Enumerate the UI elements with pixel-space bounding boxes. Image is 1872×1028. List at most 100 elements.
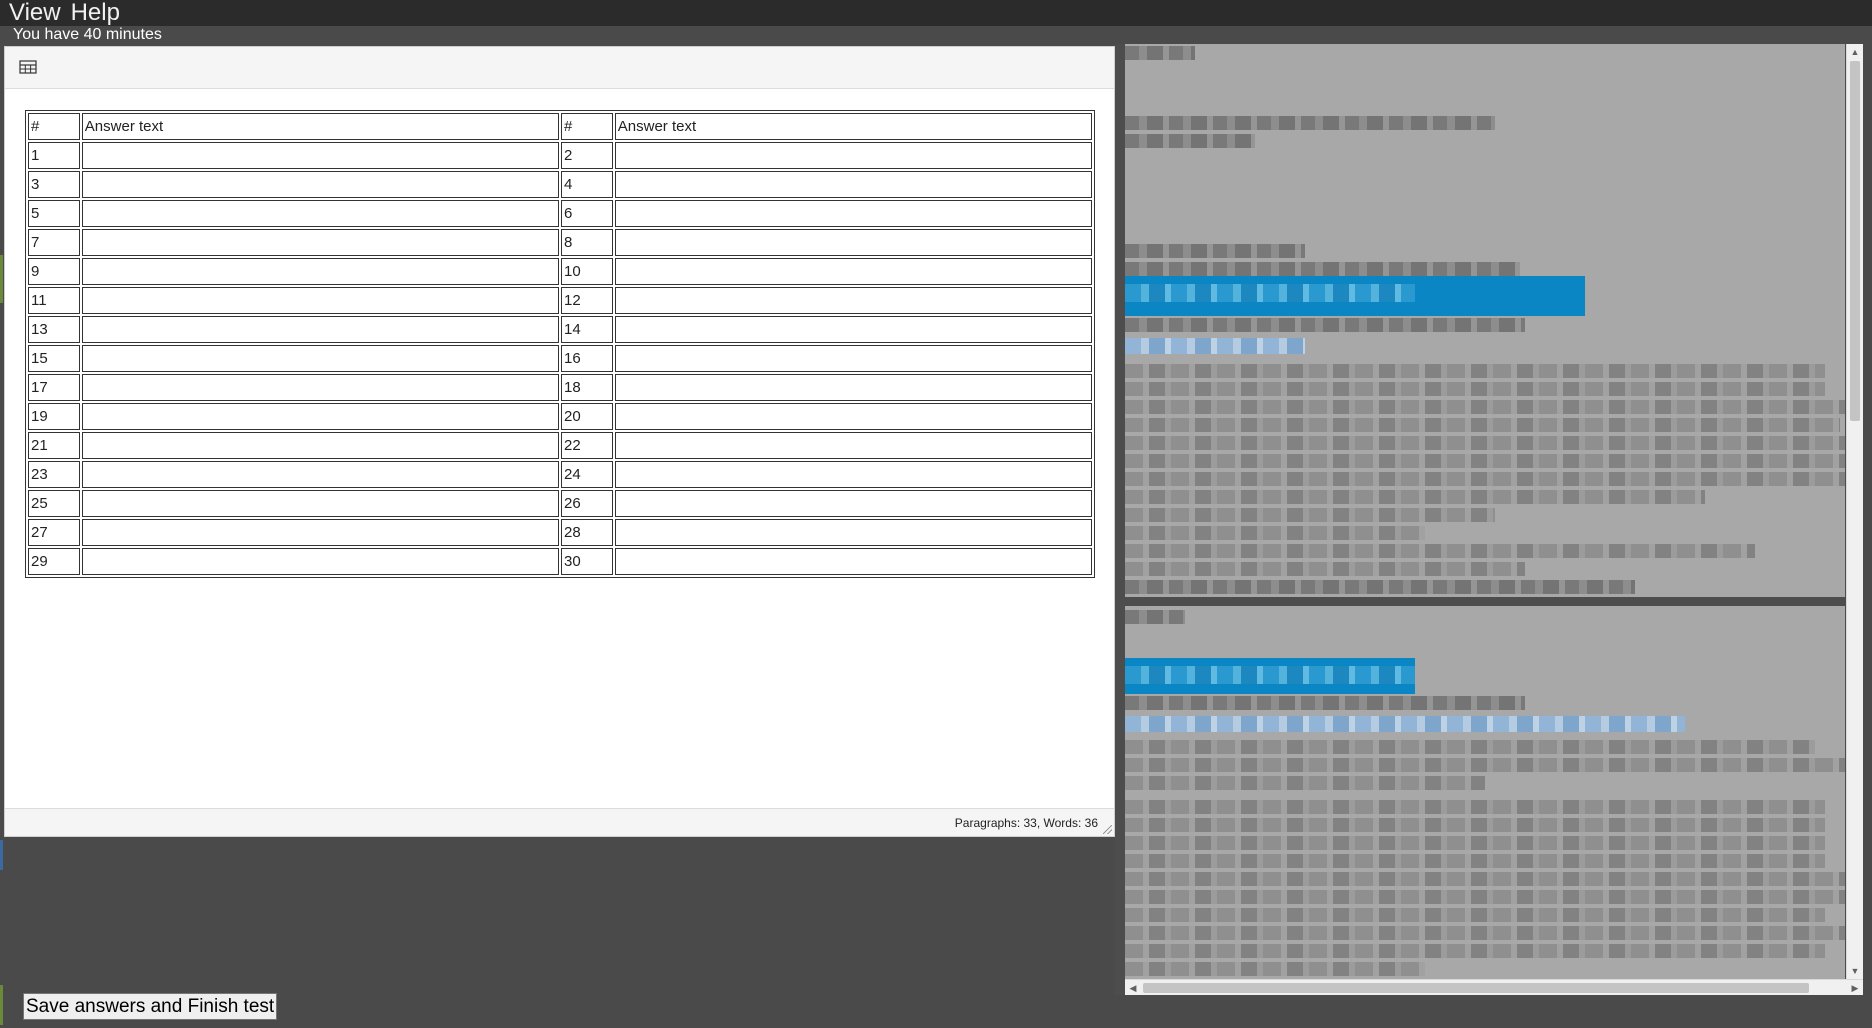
menu-help[interactable]: Help	[66, 0, 125, 26]
document-viewport[interactable]	[1125, 44, 1845, 979]
blurred-text	[1125, 926, 1845, 940]
question-number-cell: 5	[28, 200, 80, 227]
question-number-cell: 11	[28, 287, 80, 314]
blurred-text	[1125, 364, 1825, 378]
answer-cell[interactable]	[81, 200, 559, 227]
answer-cell[interactable]	[81, 171, 559, 198]
answer-cell[interactable]	[614, 316, 1092, 343]
table-row: 56	[28, 200, 1092, 227]
answer-cell[interactable]	[614, 432, 1092, 459]
question-number-cell: 15	[28, 345, 80, 372]
answer-cell[interactable]	[81, 519, 559, 546]
answer-cell[interactable]	[614, 345, 1092, 372]
answer-cell[interactable]	[81, 316, 559, 343]
word-count: Paragraphs: 33, Words: 36	[954, 816, 1098, 830]
question-number-cell: 27	[28, 519, 80, 546]
blurred-text	[1125, 962, 1425, 976]
answer-cell[interactable]	[614, 548, 1092, 575]
answer-cell[interactable]	[614, 519, 1092, 546]
blurred-text	[1125, 134, 1255, 148]
header-cell: Answer text	[81, 113, 559, 140]
blurred-text	[1125, 740, 1815, 754]
menu-view[interactable]: View	[0, 0, 66, 26]
blurred-text	[1125, 400, 1845, 414]
answer-cell[interactable]	[614, 171, 1092, 198]
answer-cell[interactable]	[614, 142, 1092, 169]
blurred-text	[1125, 890, 1845, 904]
answer-cell[interactable]	[81, 432, 559, 459]
answer-cell[interactable]	[81, 345, 559, 372]
document-viewer: ▲ ▼ ◀ ▶	[1115, 44, 1863, 995]
scroll-right-icon[interactable]: ▶	[1847, 980, 1863, 996]
scroll-left-icon[interactable]: ◀	[1125, 980, 1141, 996]
question-number-cell: 9	[28, 258, 80, 285]
answer-cell[interactable]	[81, 461, 559, 488]
blurred-text	[1125, 544, 1755, 558]
answer-cell[interactable]	[614, 287, 1092, 314]
answer-cell[interactable]	[614, 229, 1092, 256]
scroll-down-icon[interactable]: ▼	[1847, 963, 1863, 979]
question-number-cell: 13	[28, 316, 80, 343]
answer-cell[interactable]	[614, 374, 1092, 401]
table-header-row: # Answer text # Answer text	[28, 113, 1092, 140]
answer-cell[interactable]	[81, 258, 559, 285]
question-number-cell: 4	[560, 171, 613, 198]
question-number-cell: 7	[28, 229, 80, 256]
answer-cell[interactable]	[81, 490, 559, 517]
blurred-text	[1125, 262, 1520, 276]
question-number-cell: 3	[28, 171, 80, 198]
timer-text: You have 40 minutes	[13, 26, 162, 43]
resize-handle[interactable]	[1103, 825, 1112, 834]
answer-cell[interactable]	[81, 287, 559, 314]
table-row: 21 22	[28, 432, 1092, 459]
table-row: 15 16	[28, 345, 1092, 372]
header-cell: #	[28, 113, 80, 140]
question-number-cell: 19	[28, 403, 80, 430]
save-and-finish-button[interactable]: Save answers and Finish test	[23, 993, 278, 1020]
blurred-text	[1125, 116, 1495, 130]
scroll-up-icon[interactable]: ▲	[1847, 44, 1863, 60]
question-number-cell: 1	[28, 142, 80, 169]
answer-cell[interactable]	[614, 461, 1092, 488]
question-number-cell: 25	[28, 490, 80, 517]
answer-cell[interactable]	[81, 142, 559, 169]
blurred-text	[1125, 472, 1845, 486]
horizontal-scroll-thumb[interactable]	[1143, 983, 1809, 993]
blurred-text	[1125, 46, 1195, 60]
answer-cell[interactable]	[614, 403, 1092, 430]
vertical-scroll-thumb[interactable]	[1850, 61, 1860, 421]
table-row: 25 26	[28, 490, 1092, 517]
editor-content[interactable]: # Answer text # Answer text 1 2 3 4 5 6 7 8 9 10 1…	[5, 90, 1114, 808]
answer-cell[interactable]	[614, 490, 1092, 517]
blurred-text	[1125, 800, 1825, 814]
horizontal-scrollbar[interactable]: ◀ ▶	[1125, 979, 1863, 995]
table-row: 19 20	[28, 403, 1092, 430]
editor-toolbar	[5, 47, 1114, 89]
blurred-heading	[1125, 284, 1415, 302]
vertical-scrollbar[interactable]: ▲ ▼	[1846, 44, 1863, 979]
document-page	[1125, 606, 1845, 979]
question-number-cell: 6	[560, 200, 613, 227]
blurred-text	[1125, 418, 1840, 432]
answers-table: # Answer text # Answer text 1 2 3 4 5 6 7 8 9 10 1…	[25, 110, 1095, 578]
answer-cell[interactable]	[614, 200, 1092, 227]
blurred-text	[1125, 454, 1845, 468]
answer-cell[interactable]	[81, 403, 559, 430]
answer-cell[interactable]	[81, 548, 559, 575]
blurred-text	[1125, 776, 1485, 790]
answer-cell[interactable]	[81, 229, 559, 256]
question-number-cell: 20	[560, 403, 613, 430]
table-row: 17 18	[28, 374, 1092, 401]
blurred-text	[1125, 818, 1825, 832]
blurred-text	[1125, 318, 1525, 332]
answer-editor: # Answer text # Answer text 1 2 3 4 5 6 7 8 9 10 1…	[4, 46, 1115, 837]
table-row: 12	[28, 142, 1092, 169]
blurred-text	[1125, 382, 1825, 396]
answer-cell[interactable]	[81, 374, 559, 401]
question-number-cell: 16	[560, 345, 613, 372]
answer-cell[interactable]	[614, 258, 1092, 285]
editor-statusbar: Paragraphs: 33, Words: 36	[5, 808, 1114, 836]
blurred-heading	[1125, 666, 1415, 684]
question-number-cell: 23	[28, 461, 80, 488]
table-icon[interactable]	[19, 59, 37, 75]
